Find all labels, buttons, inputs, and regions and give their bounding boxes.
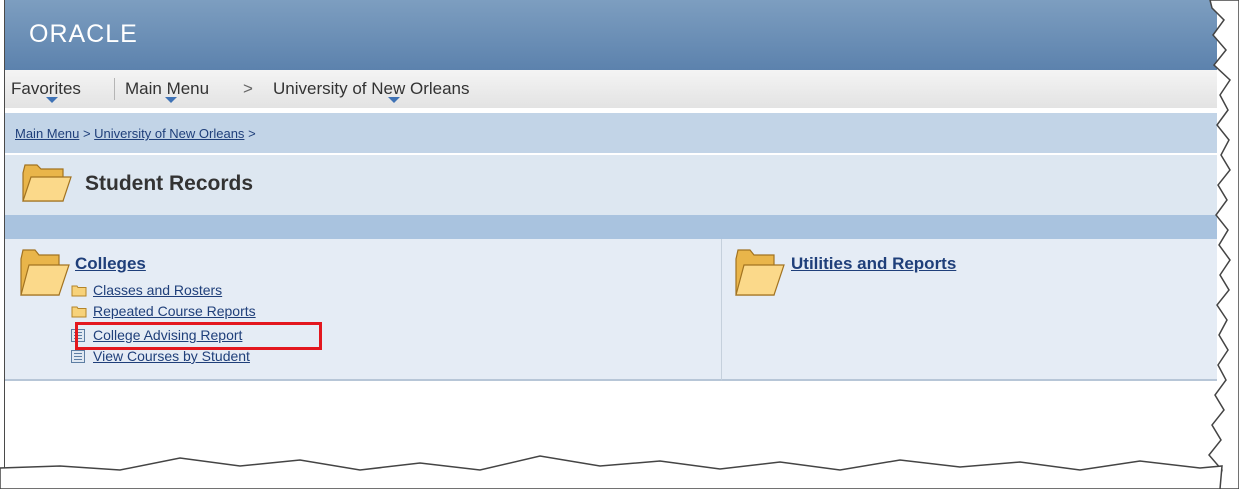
torn-edge-decoration [0, 0, 1239, 489]
